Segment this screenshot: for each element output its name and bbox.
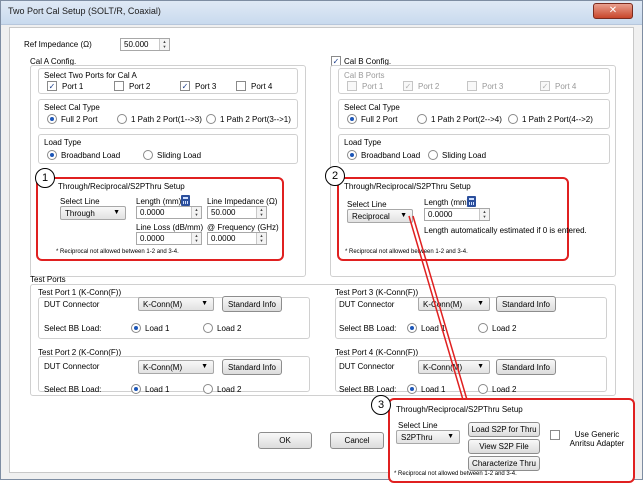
thru-c-note: * Reciprocal not allowed between 1-2 and… xyxy=(394,471,517,477)
chevron-down-icon: ▼ xyxy=(447,433,454,440)
callout-3: 3 xyxy=(371,395,391,415)
thru-c-select-line-label: Select Line xyxy=(398,421,438,430)
thru-c-line-select[interactable]: S2PThru ▼ xyxy=(396,430,460,444)
generic-adapter-label: Use Generic Anritsu Adapter xyxy=(569,430,625,448)
generic-adapter-checkbox[interactable] xyxy=(550,430,560,440)
leader-line-b xyxy=(412,215,471,411)
thru-c-line-value: S2PThru xyxy=(401,433,433,442)
load-s2p-button[interactable]: Load S2P for Thru xyxy=(468,422,540,437)
view-s2p-button[interactable]: View S2P File xyxy=(468,439,540,454)
characterize-thru-button[interactable]: Characterize Thru xyxy=(468,456,540,471)
thru-c-title: Through/Reciprocal/S2PThru Setup xyxy=(396,405,523,414)
leader-line-a xyxy=(408,215,467,411)
